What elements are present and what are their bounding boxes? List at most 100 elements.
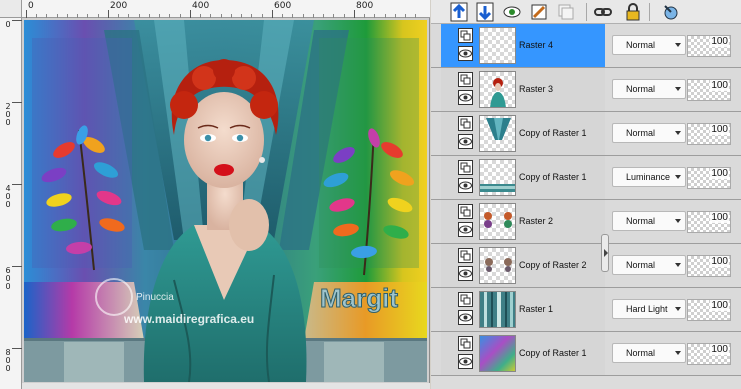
layer-row[interactable]: Raster 3 Normal 100 (431, 68, 741, 112)
link-icon[interactable] (592, 1, 614, 23)
ruler-label: 200 (110, 1, 128, 11)
layer-cell[interactable]: Copy of Raster 1 (441, 156, 605, 199)
ruler-minor-tick (374, 14, 375, 18)
ruler-minor-tick (98, 14, 99, 18)
layer-cell[interactable]: Raster 4 (441, 24, 605, 67)
layer-name: Raster 3 (519, 84, 554, 94)
opacity-value: 100 (710, 212, 729, 223)
blend-mode-select[interactable]: Normal (612, 211, 686, 231)
opacity-field[interactable]: 100 (687, 79, 731, 101)
layer-cell[interactable]: Copy of Raster 2 (441, 244, 605, 287)
panel-splitter-handle[interactable] (601, 234, 609, 272)
blend-mode-select[interactable]: Normal (612, 123, 686, 143)
raster-layer-icon (458, 116, 473, 131)
ruler-digit: 0 (5, 118, 11, 127)
layer-row[interactable]: Raster 4 Normal 100 (431, 24, 741, 68)
layer-cell[interactable]: Raster 3 (441, 68, 605, 111)
ruler-tick (26, 10, 27, 18)
signature-text: Margit (320, 283, 398, 313)
layers-toolbar (431, 0, 741, 24)
ruler-minor-tick (303, 14, 304, 18)
chevron-down-icon (675, 263, 681, 267)
visibility-eye-icon[interactable] (458, 46, 473, 61)
image-canvas[interactable]: Pinuccia www.maidiregrafica.eu Margit (24, 20, 427, 382)
blend-mode-select[interactable]: Normal (612, 79, 686, 99)
ruler-minor-tick (385, 14, 386, 18)
layer-thumbnail (479, 115, 516, 152)
chevron-down-icon (675, 43, 681, 47)
opacity-field[interactable]: 100 (687, 299, 731, 321)
layer-name: Copy of Raster 1 (519, 128, 587, 138)
visibility-eye-icon[interactable] (458, 222, 473, 237)
layer-icons (458, 160, 474, 196)
ruler-label: 400 (192, 1, 210, 11)
ruler-minor-tick (128, 14, 129, 18)
visibility-eye-icon[interactable] (458, 266, 473, 281)
app-window: 0 200 400 600 800 0 2 0 0 4 0 0 6 0 0 8 … (0, 0, 741, 389)
new-layer-up-icon[interactable] (448, 1, 470, 23)
ruler-minor-tick (395, 14, 396, 18)
view-layer-icon[interactable] (501, 1, 523, 23)
opacity-field[interactable]: 100 (687, 35, 731, 57)
opacity-field[interactable]: 100 (687, 211, 731, 233)
layer-row[interactable]: Raster 1 Hard Light 100 (431, 288, 741, 332)
visibility-eye-icon[interactable] (458, 134, 473, 149)
ruler-minor-tick (57, 14, 58, 18)
visibility-eye-icon[interactable] (458, 90, 473, 105)
ruler-label: 8 0 0 (4, 349, 12, 373)
raster-layer-icon (458, 248, 473, 263)
layer-icons (458, 72, 474, 108)
layer-row[interactable]: Copy of Raster 1 Luminance 100 (431, 156, 741, 200)
opacity-value: 100 (710, 168, 729, 179)
canvas-pane: 0 200 400 600 800 0 2 0 0 4 0 0 6 0 0 8 … (0, 0, 430, 389)
layer-cell[interactable]: Raster 2 (441, 200, 605, 243)
layer-row[interactable]: Copy of Raster 1 Normal 100 (431, 332, 741, 376)
visibility-eye-icon[interactable] (458, 178, 473, 193)
ruler-minor-tick (262, 14, 263, 18)
ruler-minor-tick (139, 14, 140, 18)
edit-mask-icon[interactable] (528, 1, 550, 23)
layer-thumbnail (479, 159, 516, 196)
horizontal-scrollbar[interactable] (22, 383, 430, 389)
duplicate-icon[interactable] (555, 1, 577, 23)
lock-icon[interactable] (622, 1, 644, 23)
chevron-down-icon (675, 87, 681, 91)
blend-mode-value: Normal (626, 216, 656, 226)
reset-icon[interactable] (660, 1, 682, 23)
layer-cell[interactable]: Raster 1 (441, 288, 605, 331)
layers-list: Raster 4 Normal 100 Raster 3 Normal 100 … (431, 24, 741, 389)
blend-mode-select[interactable]: Hard Light (612, 299, 686, 319)
layer-icons (458, 292, 474, 328)
layer-icons (458, 248, 474, 284)
opacity-field[interactable]: 100 (687, 123, 731, 145)
layer-cell[interactable]: Copy of Raster 1 (441, 112, 605, 155)
layer-row[interactable]: Raster 2 Normal 100 (431, 200, 741, 244)
ruler-minor-tick (292, 14, 293, 18)
blend-mode-value: Normal (626, 348, 656, 358)
layer-cell[interactable]: Copy of Raster 1 (441, 332, 605, 375)
raster-layer-icon (458, 72, 473, 87)
opacity-field[interactable]: 100 (687, 343, 731, 365)
raster-layer-icon (458, 160, 473, 175)
opacity-field[interactable]: 100 (687, 255, 731, 277)
raster-layer-icon (458, 292, 473, 307)
layer-row[interactable]: Copy of Raster 2 Normal 100 (431, 244, 741, 288)
layer-row[interactable]: Copy of Raster 1 Normal 100 (431, 112, 741, 156)
layer-thumbnail (479, 27, 516, 64)
blend-mode-select[interactable]: Luminance (612, 167, 686, 187)
visibility-eye-icon[interactable] (458, 310, 473, 325)
visibility-eye-icon[interactable] (458, 354, 473, 369)
ruler-digit: 0 (5, 282, 11, 291)
opacity-field[interactable]: 100 (687, 167, 731, 189)
raster-layer-icon (458, 336, 473, 351)
blend-mode-value: Normal (626, 84, 656, 94)
blend-mode-select[interactable]: Normal (612, 35, 686, 55)
layer-name: Copy of Raster 1 (519, 172, 587, 182)
blend-mode-select[interactable]: Normal (612, 343, 686, 363)
blend-mode-select[interactable]: Normal (612, 255, 686, 275)
ruler-vertical: 0 2 0 0 4 0 0 6 0 0 8 0 0 (0, 18, 22, 389)
ruler-minor-tick (344, 14, 345, 18)
merge-down-icon[interactable] (474, 1, 496, 23)
blend-mode-value: Normal (626, 40, 656, 50)
layer-name: Raster 1 (519, 304, 554, 314)
